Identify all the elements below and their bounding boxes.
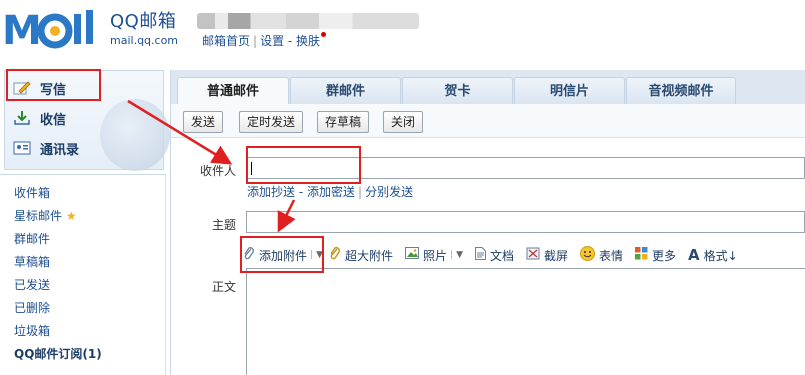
annotation-arrows <box>127 99 296 233</box>
arrow-to-recipient <box>127 99 233 165</box>
arrow-to-attachment <box>277 199 296 233</box>
